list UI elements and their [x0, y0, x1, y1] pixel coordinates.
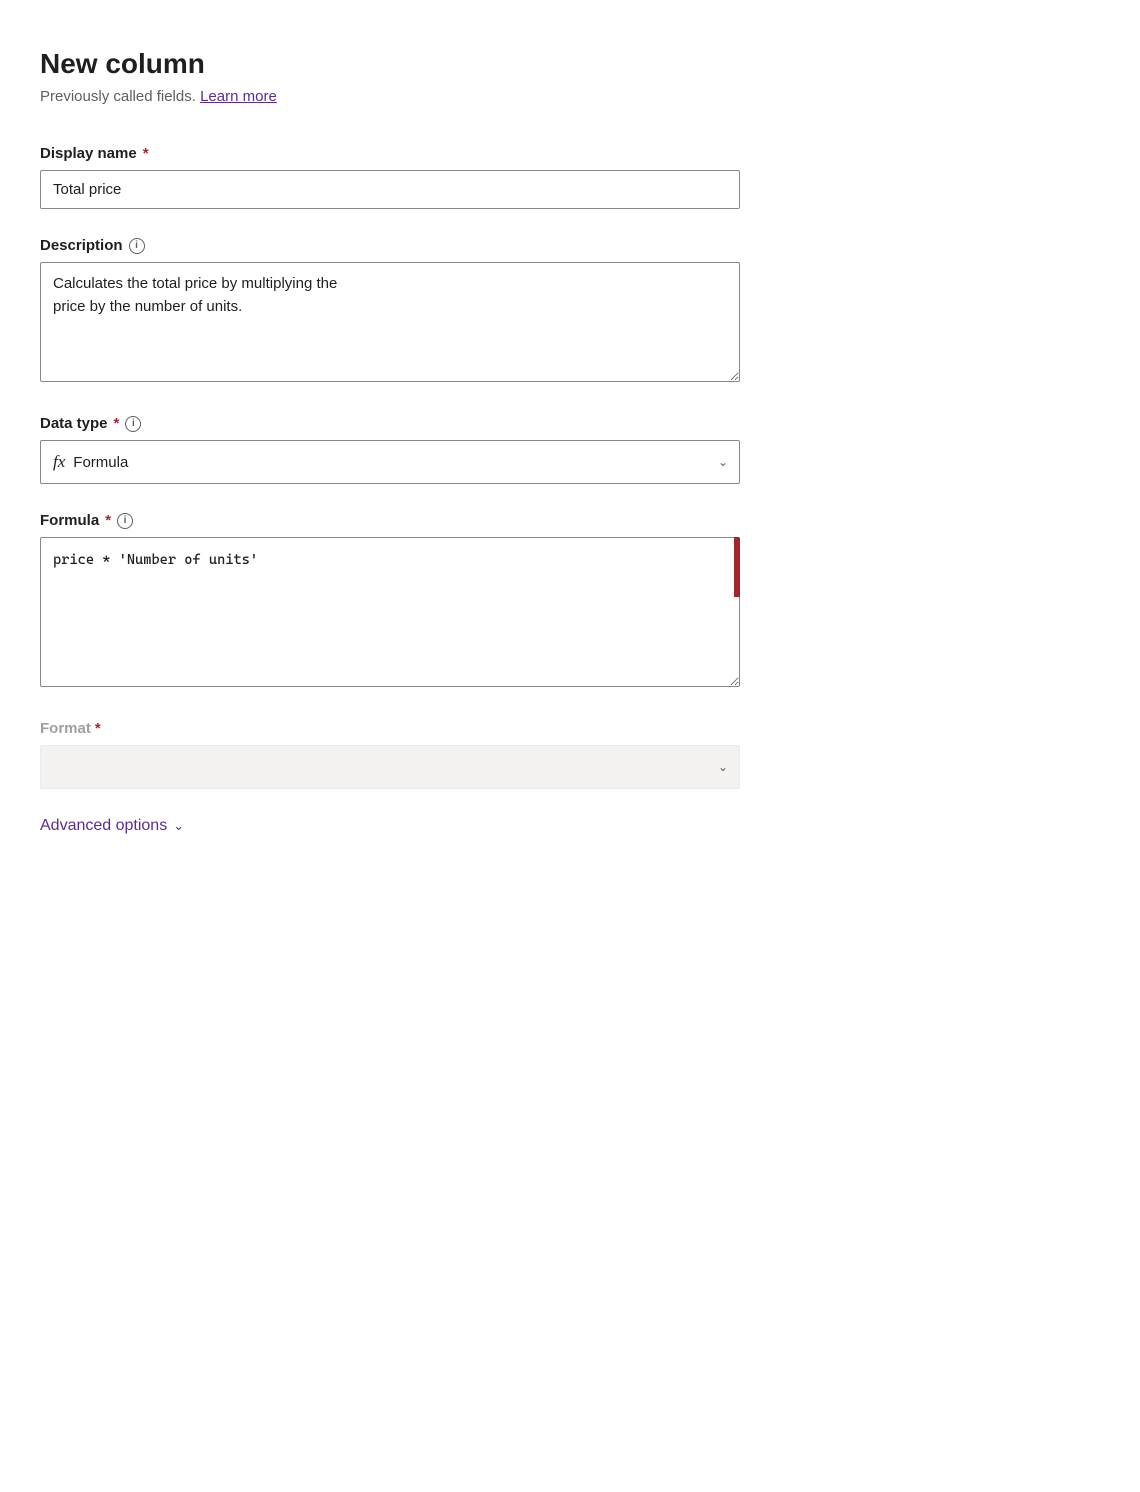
page-subtitle: Previously called fields. Learn more: [40, 88, 1100, 105]
fx-icon: fx: [53, 452, 65, 472]
formula-input[interactable]: price * 'Number of units': [40, 537, 740, 687]
data-type-info-icon[interactable]: i: [125, 416, 141, 432]
display-name-input[interactable]: [40, 170, 740, 209]
formula-wrapper: price * 'Number of units': [40, 537, 740, 692]
data-type-select-wrapper: fx Formula ⌄: [40, 440, 740, 484]
data-type-select[interactable]: fx Formula: [40, 440, 740, 484]
page-title: New column: [40, 48, 1100, 80]
formula-required: *: [105, 512, 111, 529]
description-info-icon[interactable]: i: [129, 238, 145, 254]
format-section: Format * ⌄: [40, 720, 740, 789]
description-input[interactable]: Calculates the total price by multiplyin…: [40, 262, 740, 382]
format-select-wrapper: ⌄: [40, 745, 740, 789]
description-section: Description i Calculates the total price…: [40, 237, 740, 387]
formula-label: Formula * i: [40, 512, 740, 529]
display-name-label: Display name *: [40, 145, 740, 162]
formula-section: Formula * i price * 'Number of units': [40, 512, 740, 692]
formula-indicator: [734, 537, 740, 597]
format-label: Format *: [40, 720, 740, 737]
data-type-value: Formula: [73, 454, 128, 471]
display-name-required: *: [143, 145, 149, 162]
format-select[interactable]: [40, 745, 740, 789]
formula-info-icon[interactable]: i: [117, 513, 133, 529]
advanced-options-chevron-icon: ⌄: [173, 818, 184, 834]
display-name-section: Display name *: [40, 145, 740, 209]
advanced-options-label: Advanced options: [40, 817, 167, 835]
format-required: *: [95, 720, 101, 737]
advanced-options-button[interactable]: Advanced options ⌄: [40, 817, 1100, 835]
data-type-label: Data type * i: [40, 415, 740, 432]
data-type-section: Data type * i fx Formula ⌄: [40, 415, 740, 484]
data-type-required: *: [114, 415, 120, 432]
description-label: Description i: [40, 237, 740, 254]
learn-more-link[interactable]: Learn more: [200, 88, 277, 105]
